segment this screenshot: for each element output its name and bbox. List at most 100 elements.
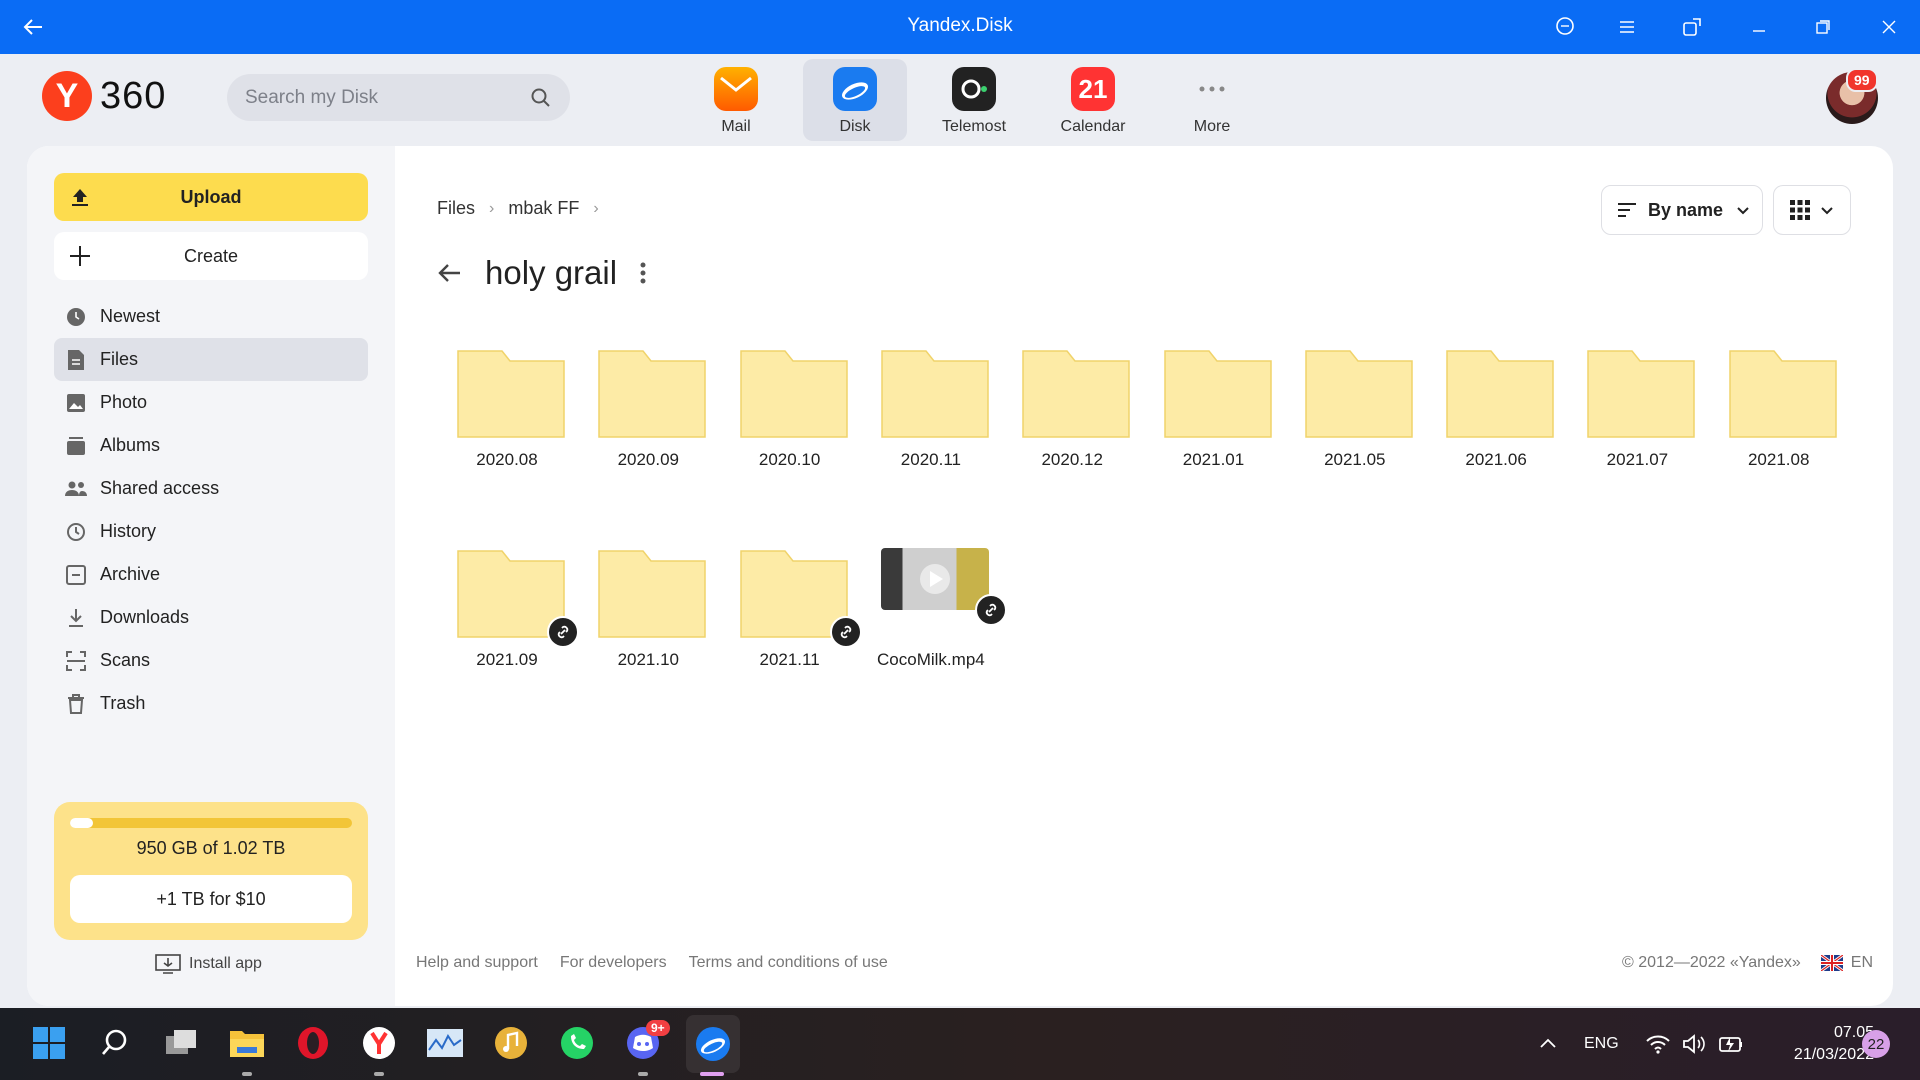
upload-icon	[68, 185, 92, 209]
footer-help-link[interactable]: Help and support	[416, 954, 538, 972]
search-input[interactable]	[245, 86, 530, 109]
taskbar-search-button[interactable]	[94, 1022, 136, 1064]
footer-terms-link[interactable]: Terms and conditions of use	[689, 954, 888, 972]
folder-item[interactable]: 2020.11	[861, 348, 991, 508]
sidebar-item-photo[interactable]: Photo	[54, 381, 368, 424]
sidebar-item-label: Trash	[100, 693, 146, 713]
tray-volume[interactable]	[1682, 1008, 1706, 1080]
app-telemost[interactable]: Telemost	[922, 59, 1026, 141]
minimize-button[interactable]	[1744, 12, 1774, 42]
public-link-icon[interactable]	[829, 616, 862, 648]
public-link-icon[interactable]	[547, 616, 579, 648]
app-calendar[interactable]: 21 Calendar	[1041, 59, 1145, 141]
storage-progress-fill	[70, 818, 93, 828]
running-indicator	[374, 1072, 384, 1076]
buy-storage-button[interactable]: +1 TB for $10	[70, 875, 352, 923]
sidebar-item-trash[interactable]: Trash	[54, 682, 368, 725]
sort-icon	[1618, 203, 1636, 217]
tray-battery[interactable]	[1718, 1008, 1744, 1080]
folder-item[interactable]: 2020.10	[720, 348, 850, 508]
restore-button[interactable]	[1808, 12, 1838, 42]
app-more[interactable]: More	[1160, 59, 1264, 141]
folder-item[interactable]: 2021.10	[578, 548, 708, 708]
search-box[interactable]	[227, 74, 570, 121]
sort-button[interactable]: By name	[1601, 185, 1763, 235]
close-button[interactable]	[1874, 12, 1904, 42]
folder-back-button[interactable]	[437, 258, 467, 288]
item-name: 2021.05	[1324, 450, 1386, 469]
folder-item[interactable]: 2021.01	[1144, 348, 1274, 508]
tray-wifi[interactable]	[1646, 1008, 1670, 1080]
language-selector[interactable]: EN	[1851, 954, 1873, 972]
chevron-down-icon	[1821, 207, 1833, 215]
breadcrumb-files[interactable]: Files	[437, 198, 475, 219]
mini-mode-button[interactable]	[1677, 12, 1707, 42]
sidebar-item-newest[interactable]: Newest	[54, 295, 368, 338]
app-mail[interactable]: Mail	[684, 59, 788, 141]
folder-icon	[230, 1031, 264, 1057]
sidebar-item-scans[interactable]: Scans	[54, 639, 368, 682]
speaker-icon	[1683, 1034, 1705, 1054]
task-view-button[interactable]	[160, 1022, 202, 1064]
menu-button[interactable]	[1612, 12, 1642, 42]
taskbar-yandex-disk[interactable]	[686, 1015, 740, 1073]
folder-item[interactable]: 2021.05	[1285, 348, 1415, 508]
telemost-icon	[952, 67, 996, 111]
sidebar-item-history[interactable]: History	[54, 510, 368, 553]
folder-menu-button[interactable]	[639, 260, 649, 286]
upload-button[interactable]: Upload	[54, 173, 368, 221]
breadcrumb-mbak-ff[interactable]: mbak FF	[508, 198, 579, 219]
taskbar-music-app[interactable]	[490, 1022, 532, 1064]
breadcrumb: Files › mbak FF ›	[437, 198, 613, 219]
sidebar-item-label: Albums	[100, 435, 161, 455]
sidebar-item-albums[interactable]: Albums	[54, 424, 368, 467]
running-indicator	[242, 1072, 252, 1076]
sidebar-item-shared-access[interactable]: Shared access	[54, 467, 368, 510]
albums-icon	[64, 434, 88, 458]
tray-language[interactable]: ENG	[1584, 1008, 1619, 1080]
sidebar-item-files[interactable]: Files	[54, 338, 368, 381]
folder-item[interactable]: 2021.06	[1426, 348, 1556, 508]
search-icon[interactable]	[530, 87, 552, 109]
mini-window-icon	[1683, 18, 1701, 36]
folder-item[interactable]: 2020.12	[1002, 348, 1132, 508]
sidebar-item-archive[interactable]: Archive	[54, 553, 368, 596]
scan-icon	[64, 649, 88, 673]
start-button[interactable]	[28, 1022, 70, 1064]
create-button[interactable]: Create	[54, 232, 368, 280]
folder-item[interactable]: 2021.09	[437, 548, 579, 708]
folder-item[interactable]: 2021.07	[1567, 348, 1697, 508]
taskbar-yandex-browser[interactable]	[358, 1022, 400, 1064]
folder-item[interactable]: 2021.08	[1709, 348, 1839, 508]
install-app-link[interactable]: Install app	[155, 954, 262, 974]
taskbar-opera[interactable]	[292, 1022, 334, 1064]
taskbar-resource-monitor[interactable]	[424, 1022, 466, 1064]
folder-item[interactable]: 2020.08	[437, 348, 567, 508]
app-disk[interactable]: Disk	[803, 59, 907, 141]
folder-icon	[598, 350, 707, 438]
sidebar-item-downloads[interactable]: Downloads	[54, 596, 368, 639]
folder-icon	[1587, 350, 1696, 438]
yandex-360-logo[interactable]: Y 360	[42, 71, 166, 121]
restore-icon	[1816, 20, 1830, 34]
public-link-icon[interactable]	[974, 594, 1007, 626]
more-vertical-icon	[640, 262, 646, 284]
storage-text: 950 GB of 1.02 TB	[136, 838, 286, 858]
tray-clock[interactable]: 07.05 21/03/2022	[1762, 1008, 1874, 1080]
taskbar-file-explorer[interactable]	[226, 1022, 268, 1064]
item-name: 2021.10	[617, 650, 680, 669]
task-view-icon	[166, 1030, 196, 1054]
hamburger-icon	[1620, 21, 1634, 33]
tray-chevron-up[interactable]	[1538, 1008, 1558, 1080]
notification-center[interactable]: 22	[1862, 1008, 1890, 1080]
taskbar-whatsapp[interactable]	[556, 1022, 598, 1064]
uk-flag-icon[interactable]	[1820, 955, 1843, 971]
file-item[interactable]: CocoMilk.mp4	[861, 548, 1007, 708]
view-mode-button[interactable]	[1773, 185, 1851, 235]
folder-item[interactable]: 2021.11	[720, 548, 862, 708]
folder-item[interactable]: 2020.09	[578, 348, 708, 508]
download-icon	[64, 606, 88, 630]
feedback-button[interactable]	[1550, 12, 1580, 42]
footer-developers-link[interactable]: For developers	[560, 954, 667, 972]
plus-icon	[68, 244, 92, 268]
